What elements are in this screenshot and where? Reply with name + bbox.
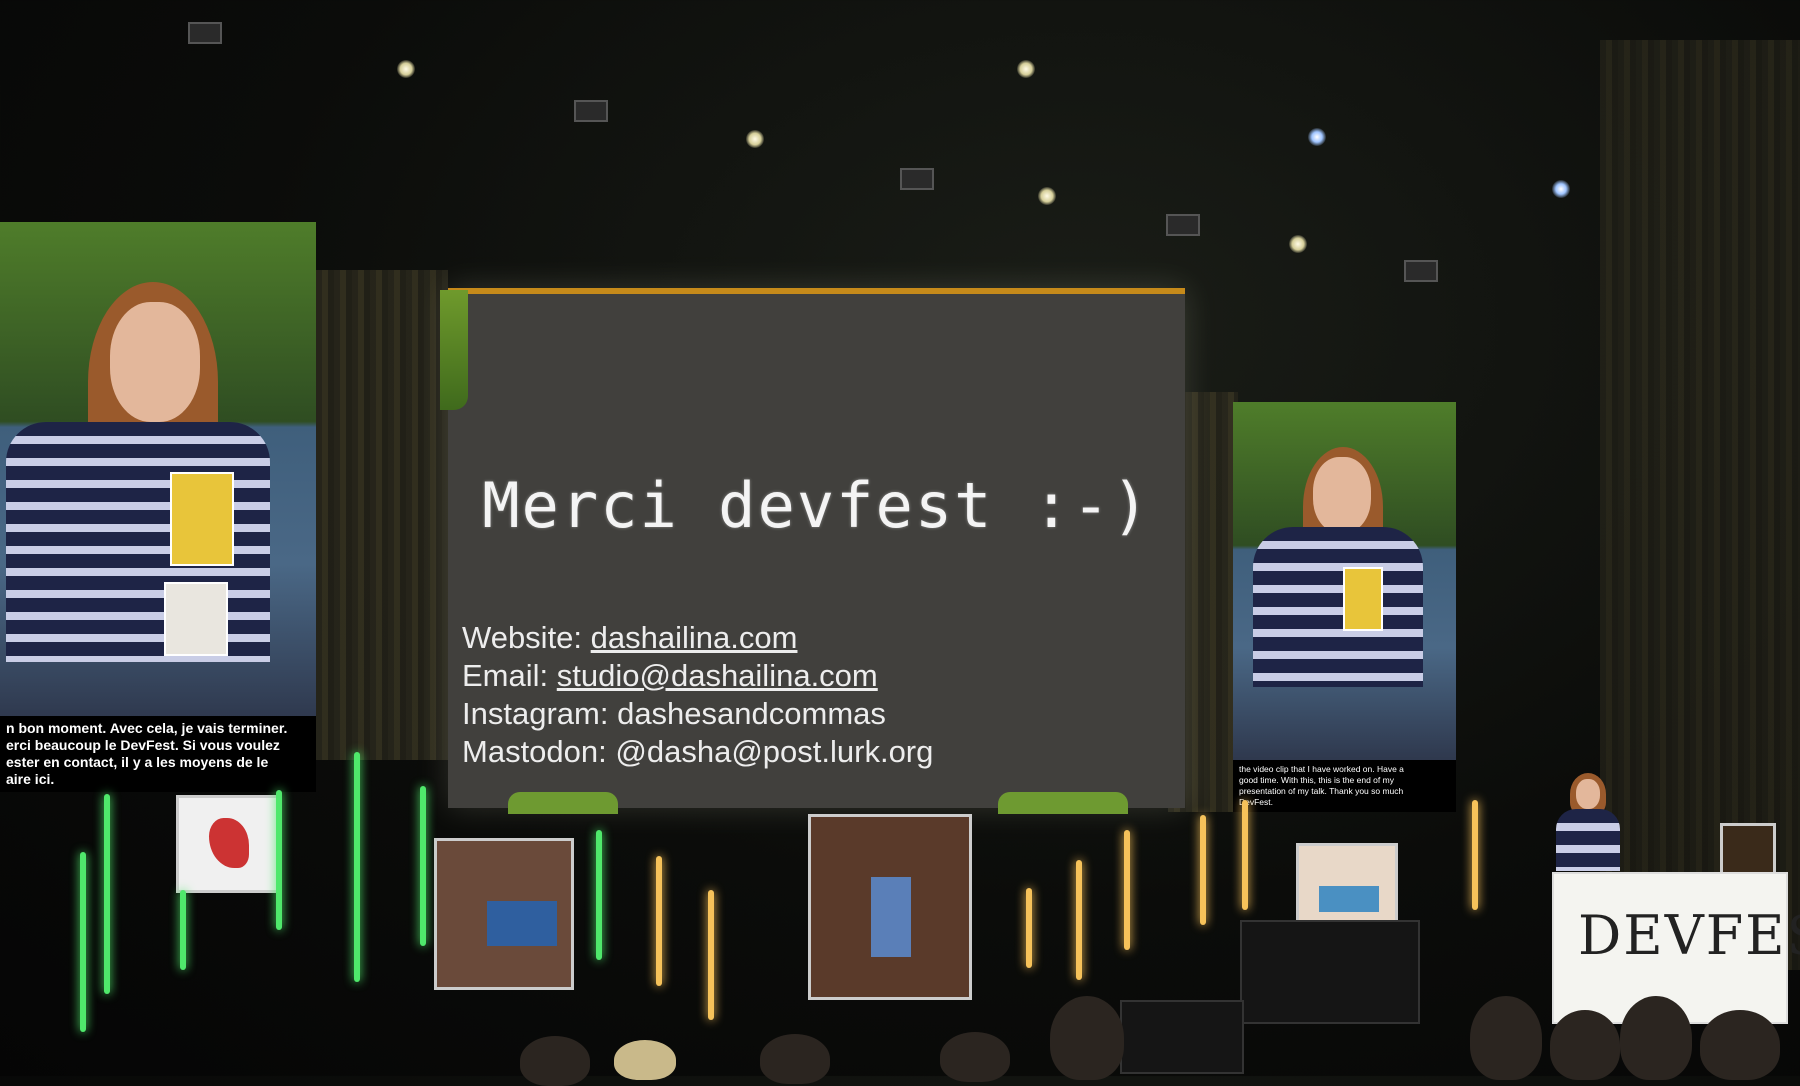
ceiling-light <box>397 60 415 78</box>
lectern-logo: DEVFEST <box>1578 904 1800 967</box>
audience-member <box>1550 1010 1620 1080</box>
ceiling-fixture <box>900 168 934 190</box>
left-video-screen: n bon moment. Avec cela, je vais termine… <box>0 222 316 792</box>
audience-member <box>1620 996 1692 1080</box>
neon-light <box>1200 815 1206 925</box>
audience-member <box>1050 996 1124 1080</box>
contact-instagram: Instagram: dashesandcommas <box>462 695 886 733</box>
audience-member <box>1700 1010 1780 1080</box>
audience-member <box>614 1040 676 1080</box>
contact-email: Email: studio@dashailina.com <box>462 657 878 695</box>
contact-website: Website: dashailina.com <box>462 619 797 657</box>
audience-member <box>1470 996 1542 1080</box>
neon-light <box>80 852 86 1032</box>
slide-title: Merci devfest :-) <box>482 469 1151 542</box>
ceiling-light <box>1308 128 1326 146</box>
right-video-screen: the video clip that I have worked on. Ha… <box>1233 402 1456 812</box>
speaker-video-left <box>0 222 316 722</box>
ceiling-light <box>1017 60 1035 78</box>
main-slide: Merci devfest :-) Website: dashailina.co… <box>440 288 1185 814</box>
ceiling-fixture <box>1166 214 1200 236</box>
neon-light <box>596 830 602 960</box>
curtain-panel <box>316 270 448 760</box>
speaker-video-right <box>1233 402 1456 742</box>
neon-light <box>420 786 426 946</box>
ceiling-fixture <box>188 22 222 44</box>
book-cover <box>164 582 228 656</box>
contact-label: Mastodon: <box>462 734 607 769</box>
speaker-person <box>1556 773 1624 871</box>
right-caption: the video clip that I have worked on. Ha… <box>1233 760 1456 812</box>
vine-decoration <box>440 290 468 410</box>
library-panel <box>808 814 972 1000</box>
neon-light <box>180 890 186 970</box>
book-in-hand <box>1343 567 1383 631</box>
neon-light <box>1242 800 1248 910</box>
email-link[interactable]: studio@dashailina.com <box>557 658 878 693</box>
neon-light <box>1076 860 1082 980</box>
contact-mastodon: Mastodon: @dasha@post.lurk.org <box>462 733 933 771</box>
neon-light <box>276 790 282 930</box>
contact-label: Instagram: <box>462 696 609 731</box>
audience-member <box>760 1034 830 1084</box>
audience-member <box>520 1036 590 1086</box>
contact-label: Website: <box>462 620 583 655</box>
neon-light <box>1472 800 1478 910</box>
neon-light <box>656 856 662 986</box>
audience-member <box>940 1032 1010 1082</box>
stage-speaker <box>1120 1000 1244 1074</box>
ceiling-fixture <box>1404 260 1438 282</box>
book-in-hand <box>170 472 234 566</box>
books-panel-right <box>1296 843 1398 925</box>
stage-speaker <box>1240 920 1420 1024</box>
ceiling-light <box>746 130 764 148</box>
neon-light <box>1124 830 1130 950</box>
mastodon-handle: @dasha@post.lurk.org <box>615 734 934 769</box>
parrot-panel <box>176 795 280 893</box>
ceiling-light <box>1552 180 1570 198</box>
neon-light <box>1026 888 1032 968</box>
instagram-handle: dashesandcommas <box>617 696 886 731</box>
ceiling-light <box>1038 187 1056 205</box>
ceiling-light <box>1289 235 1307 253</box>
ceiling-fixture <box>574 100 608 122</box>
website-link[interactable]: dashailina.com <box>591 620 798 655</box>
left-caption: n bon moment. Avec cela, je vais termine… <box>0 716 316 792</box>
books-panel <box>434 838 574 990</box>
neon-light <box>708 890 714 1020</box>
vine-decoration <box>998 792 1128 814</box>
contact-label: Email: <box>462 658 549 693</box>
neon-light <box>354 752 360 982</box>
vine-decoration <box>508 792 618 814</box>
neon-light <box>104 794 110 994</box>
